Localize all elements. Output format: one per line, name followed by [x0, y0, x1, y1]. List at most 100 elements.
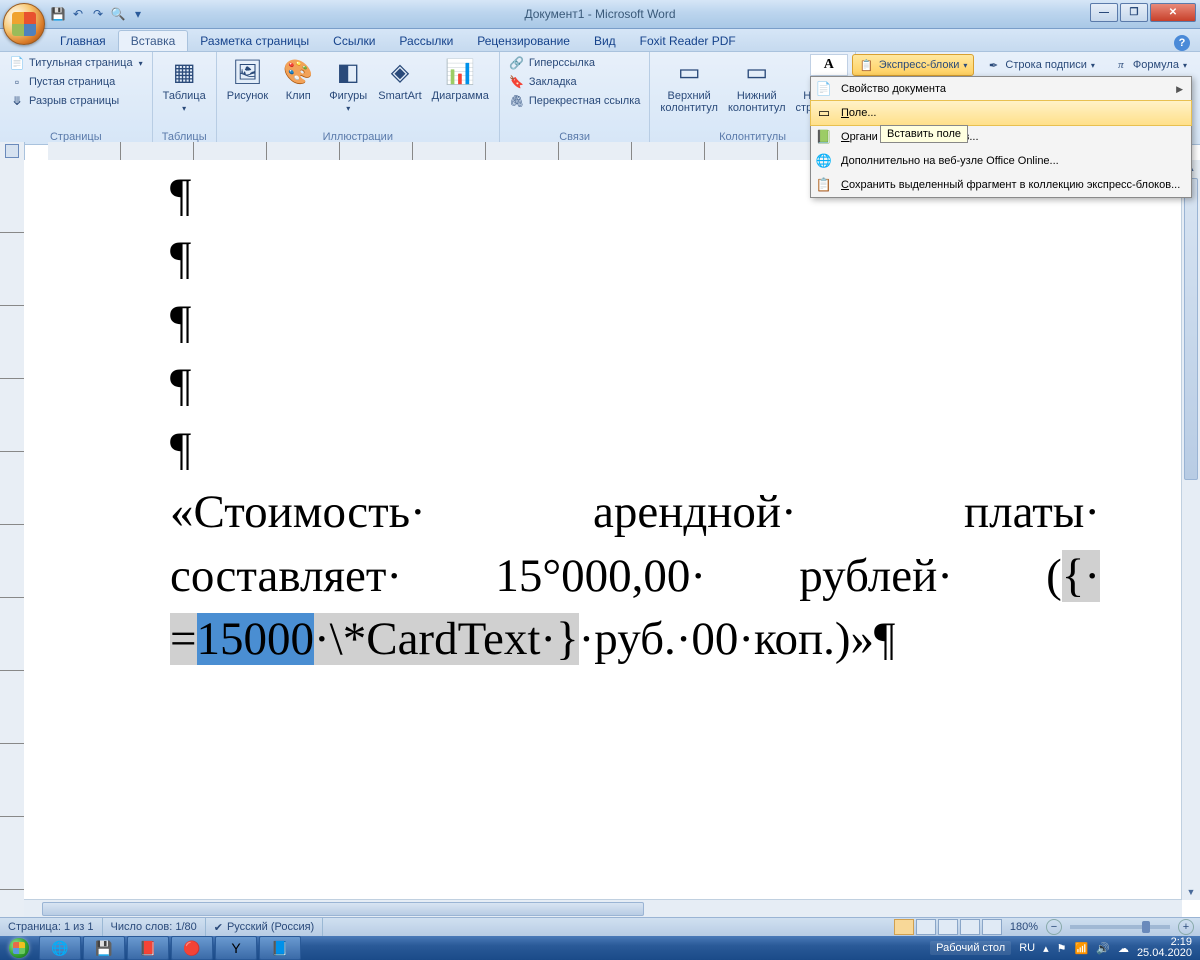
equation-button[interactable]: πФормула▾: [1106, 54, 1194, 76]
document-area[interactable]: ¶ ¶ ¶ ¶ ¶ «Стоимость· арендной· платы· с…: [24, 160, 1200, 918]
ruler-corner[interactable]: [0, 142, 25, 161]
zoom-out-button[interactable]: −: [1046, 919, 1062, 935]
ribbon-tabs: Главная Вставка Разметка страницы Ссылки…: [0, 29, 1200, 52]
horizontal-scrollbar[interactable]: [24, 899, 1182, 918]
text-line-2: составляет· 15°000,00· рублей· ({·: [170, 545, 1100, 608]
hyperlink-button[interactable]: 🔗Гиперссылка: [506, 54, 644, 72]
vertical-scrollbar[interactable]: ▲ ▼: [1181, 160, 1200, 900]
title-bar: 💾 ↶ ↷ 🔍 ▾ Документ1 - Microsoft Word — ❐…: [0, 0, 1200, 29]
cloud-icon[interactable]: ☁: [1118, 942, 1129, 955]
smartart-button[interactable]: ◈SmartArt: [374, 54, 425, 104]
spellcheck-icon: ✔: [214, 921, 223, 934]
clock[interactable]: 2:19 25.04.2020: [1137, 937, 1192, 959]
textbox-button[interactable]: A: [810, 54, 848, 76]
submenu-arrow-icon: ▶: [1176, 84, 1183, 95]
tab-page-layout[interactable]: Разметка страницы: [188, 31, 321, 51]
task-word[interactable]: 📘: [259, 936, 301, 960]
tab-selector-icon: [5, 144, 19, 158]
zoom-level[interactable]: 180%: [1010, 921, 1038, 933]
lang-indicator[interactable]: RU: [1019, 942, 1035, 954]
table-button[interactable]: ▦Таблица▾: [159, 54, 210, 115]
print-preview-icon[interactable]: 🔍: [110, 6, 126, 22]
maximize-button[interactable]: ❐: [1120, 3, 1148, 22]
signature-button[interactable]: ✒Строка подписи▾: [978, 54, 1101, 76]
office-button[interactable]: [3, 3, 45, 45]
menu-field[interactable]: ▭Поле...: [810, 100, 1192, 126]
tab-foxit[interactable]: Foxit Reader PDF: [628, 31, 748, 51]
signature-icon: ✒: [985, 57, 1001, 73]
zoom-in-button[interactable]: +: [1178, 919, 1194, 935]
task-yandex[interactable]: Y: [215, 936, 257, 960]
tab-view[interactable]: Вид: [582, 31, 628, 51]
paragraph-mark: ¶: [170, 291, 1192, 354]
table-icon: ▦: [168, 56, 200, 88]
close-button[interactable]: ✕: [1150, 3, 1196, 22]
page-content[interactable]: ¶ ¶ ¶ ¶ ¶ «Стоимость· арендной· платы· с…: [24, 160, 1200, 672]
header-button[interactable]: ▭Верхний колонтитул: [656, 54, 722, 116]
task-app1[interactable]: 📕: [127, 936, 169, 960]
page-break-button[interactable]: ⤋Разрыв страницы: [6, 92, 146, 110]
shapes-button[interactable]: ◧Фигуры▾: [324, 54, 372, 115]
window-title: Документ1 - Microsoft Word: [524, 7, 675, 21]
task-app2[interactable]: 🔴: [171, 936, 213, 960]
tab-references[interactable]: Ссылки: [321, 31, 387, 51]
view-web[interactable]: [938, 919, 958, 935]
menu-save-selection[interactable]: 📋Сохранить выделенный фрагмент в коллекц…: [811, 173, 1191, 197]
footer-button[interactable]: ▭Нижний колонтитул: [724, 54, 790, 116]
tab-review[interactable]: Рецензирование: [465, 31, 582, 51]
organizer-icon: 📗: [815, 128, 833, 146]
status-page[interactable]: Страница: 1 из 1: [0, 918, 103, 936]
crossref-button[interactable]: 🖇Перекрестная ссылка: [506, 92, 644, 110]
blank-page-button[interactable]: ▫Пустая страница: [6, 73, 146, 91]
group-tables: ▦Таблица▾ Таблицы: [153, 52, 217, 146]
scroll-down-icon[interactable]: ▼: [1182, 884, 1200, 900]
tab-mailings[interactable]: Рассылки: [387, 31, 465, 51]
scroll-thumb[interactable]: [1184, 178, 1198, 480]
zoom-knob[interactable]: [1142, 921, 1150, 933]
window-controls: — ❐ ✕: [1090, 3, 1196, 22]
undo-icon[interactable]: ↶: [70, 6, 86, 22]
menu-doc-property[interactable]: 📄Свойство документа▶: [811, 77, 1191, 101]
title-page-button[interactable]: 📄Титульная страница: [6, 54, 146, 72]
task-chrome[interactable]: 🌐: [39, 936, 81, 960]
quickparts-button[interactable]: 📋Экспресс-блоки▾: [852, 54, 975, 76]
qat-dropdown-icon[interactable]: ▾: [130, 6, 146, 22]
tab-home[interactable]: Главная: [48, 31, 118, 51]
status-lang[interactable]: ✔Русский (Россия): [206, 918, 324, 936]
smartart-icon: ◈: [384, 56, 416, 88]
zoom-slider[interactable]: [1070, 925, 1170, 929]
menu-office-online[interactable]: 🌐Дополнительно на веб-узле Office Online…: [811, 149, 1191, 173]
hscroll-thumb[interactable]: [42, 902, 644, 916]
bookmark-button[interactable]: 🔖Закладка: [506, 73, 644, 91]
view-full-screen[interactable]: [916, 919, 936, 935]
view-draft[interactable]: [982, 919, 1002, 935]
vertical-ruler[interactable]: [0, 160, 25, 918]
network-icon[interactable]: 📶: [1075, 942, 1089, 955]
tray-up-icon[interactable]: ▴: [1043, 942, 1049, 955]
desktop-toolbar[interactable]: Рабочий стол: [930, 941, 1011, 955]
volume-icon[interactable]: 🔊: [1096, 942, 1110, 955]
save-icon[interactable]: 💾: [50, 6, 66, 22]
title-page-icon: 📄: [9, 55, 25, 71]
start-button[interactable]: [0, 936, 38, 960]
bookmark-icon: 🔖: [509, 74, 525, 90]
picture-button[interactable]: 🖼Рисунок: [223, 54, 273, 104]
group-illustrations: 🖼Рисунок 🎨Клип ◧Фигуры▾ ◈SmartArt 📊Диагр…: [217, 52, 500, 146]
header-icon: ▭: [673, 56, 705, 88]
help-button[interactable]: ?: [1174, 35, 1190, 51]
task-save[interactable]: 💾: [83, 936, 125, 960]
chart-button[interactable]: 📊Диаграмма: [428, 54, 493, 104]
view-print-layout[interactable]: [894, 919, 914, 935]
menu-organizer[interactable]: 📗Органи ых блоков...: [811, 125, 1191, 149]
footer-icon: ▭: [741, 56, 773, 88]
minimize-button[interactable]: —: [1090, 3, 1118, 22]
redo-icon[interactable]: ↷: [90, 6, 106, 22]
selected-text: 15000: [197, 613, 315, 665]
status-words[interactable]: Число слов: 1/80: [103, 918, 206, 936]
flag-icon[interactable]: ⚑: [1057, 942, 1067, 955]
paragraph-mark: ¶: [170, 418, 1192, 481]
clip-button[interactable]: 🎨Клип: [274, 54, 322, 104]
tab-insert[interactable]: Вставка: [118, 30, 189, 51]
hyperlink-icon: 🔗: [509, 55, 525, 71]
view-outline[interactable]: [960, 919, 980, 935]
